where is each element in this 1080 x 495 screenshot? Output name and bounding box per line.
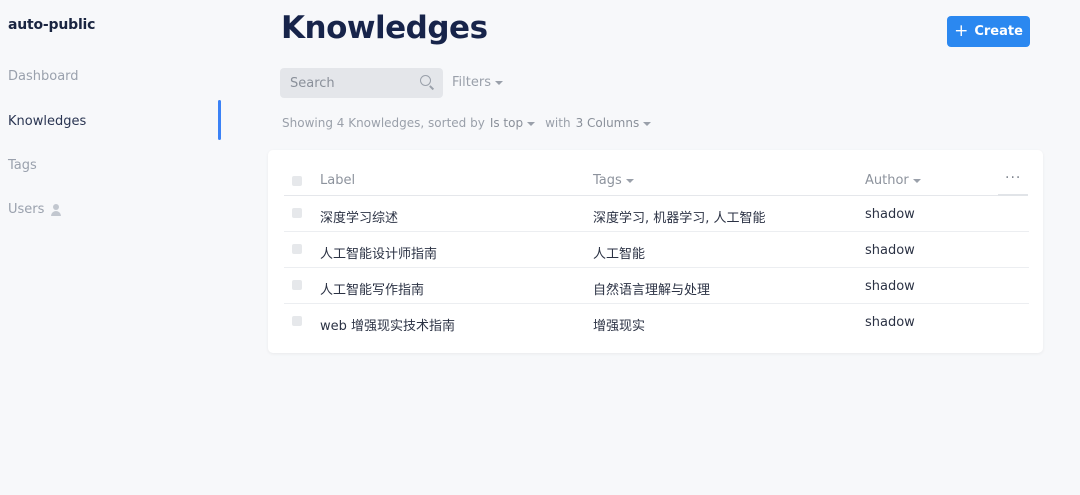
app-title[interactable]: auto-public bbox=[8, 17, 95, 33]
column-header-tags-label: Tags bbox=[593, 173, 622, 188]
search-box bbox=[280, 68, 443, 98]
column-header-author-label: Author bbox=[865, 173, 909, 188]
sidebar-item-label: Tags bbox=[8, 158, 37, 173]
select-all-checkbox[interactable] bbox=[292, 176, 302, 186]
table-row[interactable]: 深度学习综述 深度学习, 机器学习, 人工智能 shadow bbox=[284, 196, 1029, 232]
row-tags: 人工智能 bbox=[593, 247, 646, 262]
sidebar-item-label: Knowledges bbox=[8, 114, 87, 129]
sidebar-item-label: Dashboard bbox=[8, 69, 79, 84]
sidebar: auto-public Dashboard Knowledges Tags Us… bbox=[0, 0, 222, 495]
columns-dropdown[interactable]: 3 Columns bbox=[576, 116, 652, 130]
sort-dropdown[interactable]: Is top bbox=[489, 116, 536, 130]
list-summary: Showing 4 Knowledges, sorted by Is top w… bbox=[282, 116, 652, 130]
column-header-tags[interactable]: Tags bbox=[593, 173, 634, 188]
plus-icon: + bbox=[954, 20, 969, 41]
page-title: Knowledges bbox=[281, 10, 488, 46]
row-label: 深度学习综述 bbox=[320, 211, 399, 226]
row-author: shadow bbox=[865, 243, 915, 258]
row-author: shadow bbox=[865, 315, 915, 330]
row-tags: 自然语言理解与处理 bbox=[593, 283, 711, 298]
row-author: shadow bbox=[865, 207, 915, 222]
sort-label: Is top bbox=[489, 116, 524, 130]
summary-with: with bbox=[545, 116, 571, 130]
chevron-down-icon bbox=[527, 121, 536, 126]
row-tags: 增强现实 bbox=[593, 319, 646, 334]
search-input[interactable] bbox=[280, 68, 410, 98]
filters-label: Filters bbox=[452, 75, 491, 90]
search-icon[interactable] bbox=[420, 75, 431, 86]
sidebar-item-users[interactable]: Users bbox=[8, 202, 62, 217]
row-checkbox[interactable] bbox=[292, 244, 302, 254]
chevron-down-icon bbox=[643, 121, 652, 126]
create-button-label: Create bbox=[974, 24, 1023, 39]
summary-text: Showing 4 Knowledges, sorted by bbox=[282, 116, 485, 130]
row-checkbox[interactable] bbox=[292, 316, 302, 326]
row-label: web 增强现实技术指南 bbox=[320, 319, 456, 334]
sidebar-item-dashboard[interactable]: Dashboard bbox=[8, 69, 79, 84]
table-row[interactable]: 人工智能写作指南 自然语言理解与处理 shadow bbox=[284, 267, 1029, 304]
sidebar-item-tags[interactable]: Tags bbox=[8, 158, 37, 173]
filters-dropdown[interactable]: Filters bbox=[452, 75, 503, 90]
row-checkbox[interactable] bbox=[292, 208, 302, 218]
row-author: shadow bbox=[865, 279, 915, 294]
row-tags: 深度学习, 机器学习, 人工智能 bbox=[593, 211, 766, 226]
row-label: 人工智能设计师指南 bbox=[320, 247, 438, 262]
row-checkbox[interactable] bbox=[292, 280, 302, 290]
sidebar-item-label: Users bbox=[8, 202, 45, 217]
active-indicator bbox=[218, 100, 221, 140]
table-row[interactable]: 人工智能设计师指南 人工智能 shadow bbox=[284, 231, 1029, 268]
row-label: 人工智能写作指南 bbox=[320, 283, 425, 298]
column-header-author[interactable]: Author bbox=[865, 173, 921, 188]
table-header: Label Tags Author ··· bbox=[268, 150, 1043, 196]
more-options-icon[interactable]: ··· bbox=[1005, 170, 1021, 186]
columns-label: 3 Columns bbox=[575, 116, 640, 130]
column-header-label[interactable]: Label bbox=[320, 173, 355, 188]
table-row[interactable]: web 增强现实技术指南 增强现实 shadow bbox=[284, 303, 1029, 340]
create-button[interactable]: + Create bbox=[947, 16, 1030, 47]
user-icon bbox=[50, 203, 62, 216]
chevron-down-icon bbox=[912, 178, 921, 183]
chevron-down-icon bbox=[494, 80, 503, 85]
sidebar-item-knowledges[interactable]: Knowledges bbox=[8, 114, 86, 129]
chevron-down-icon bbox=[625, 178, 634, 183]
knowledges-table: Label Tags Author ··· 深度学习综述 深度学习, 机器学习,… bbox=[268, 150, 1043, 353]
